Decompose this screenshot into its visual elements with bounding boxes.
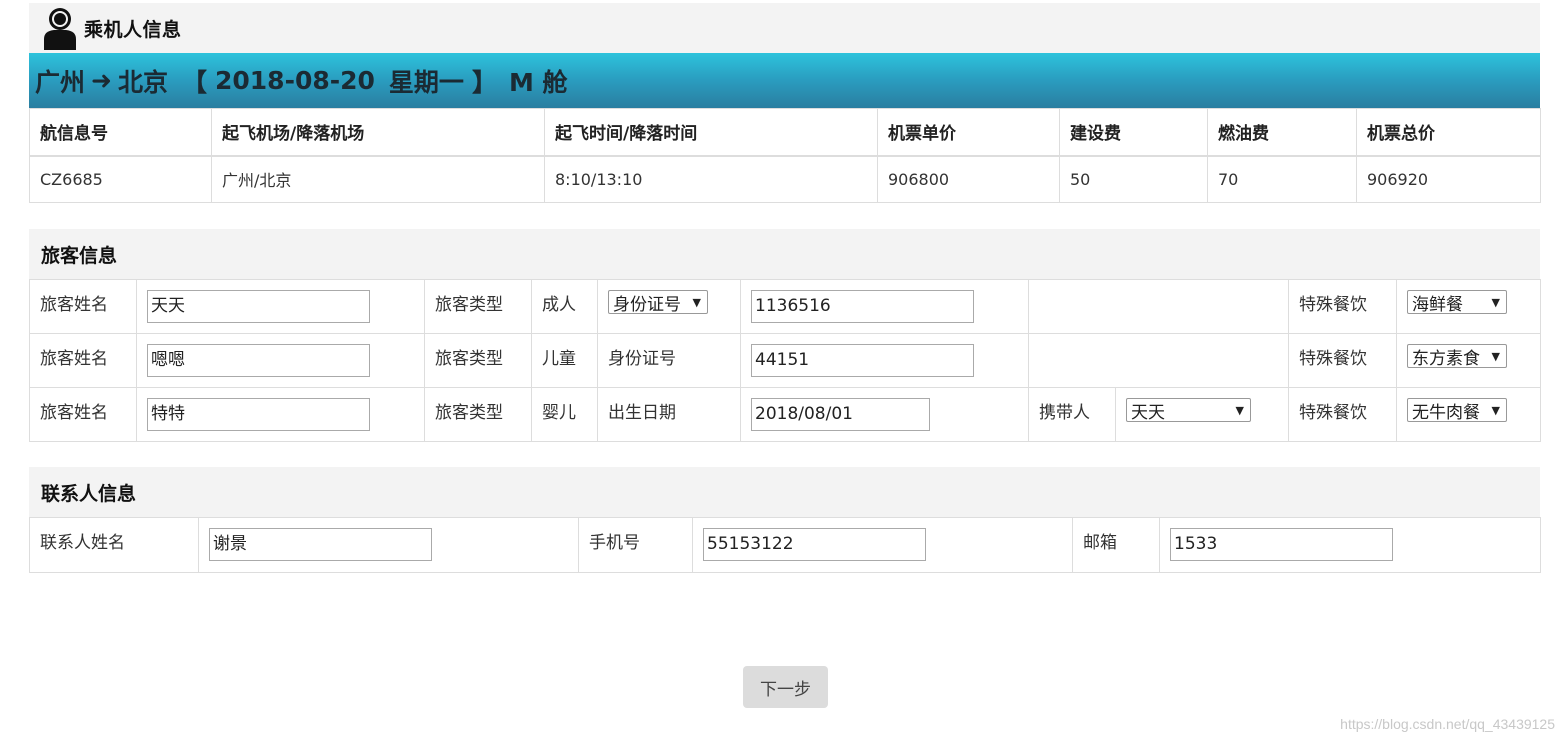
dropdown-arrow-icon: ▼ xyxy=(692,295,701,309)
passenger-name-input[interactable]: 嗯嗯 xyxy=(147,344,370,377)
route-to: 北京 xyxy=(117,67,168,97)
passenger-name-label: 旅客姓名 xyxy=(29,279,137,334)
construction-fee: 50 xyxy=(1059,155,1208,203)
passenger-type-value: 婴儿 xyxy=(531,387,598,442)
passenger-type-label: 旅客类型 xyxy=(424,387,532,442)
route-arrow: ➜ xyxy=(91,66,112,95)
passenger-type-value: 成人 xyxy=(531,279,598,334)
meal-select[interactable]: 东方素食 ▼ xyxy=(1407,344,1507,369)
phone-input[interactable]: 55153122 xyxy=(703,528,926,561)
passenger-name-label: 旅客姓名 xyxy=(29,333,137,388)
email-label: 邮箱 xyxy=(1072,517,1160,573)
birth-date-input[interactable]: 2018/08/01 xyxy=(751,398,930,431)
date-close-bracket: 】 xyxy=(471,67,497,97)
meal-label: 特殊餐饮 xyxy=(1288,279,1397,334)
next-step-button[interactable]: 下一步 xyxy=(743,666,828,708)
contact-table: 联系人姓名 谢景 手机号 55153122 邮箱 1533 xyxy=(29,517,1541,573)
flight-table-header-row: 航信息号 起飞机场/降落机场 起飞时间/降落时间 机票单价 建设费 燃油费 机票… xyxy=(29,108,1541,157)
id-type-select[interactable]: 身份证号 ▼ xyxy=(608,290,708,315)
dropdown-arrow-icon: ▼ xyxy=(1235,403,1244,417)
flight-times: 8:10/13:10 xyxy=(544,155,878,203)
column-header: 航信息号 xyxy=(29,108,212,157)
dropdown-arrow-icon: ▼ xyxy=(1491,295,1500,309)
empty-carrier-cell xyxy=(1028,333,1289,388)
meal-label: 特殊餐饮 xyxy=(1288,387,1397,442)
airports: 广州/北京 xyxy=(211,155,545,203)
meal-select[interactable]: 无牛肉餐 ▼ xyxy=(1407,398,1507,423)
total-price: 906920 xyxy=(1356,155,1541,203)
passenger-type-label: 旅客类型 xyxy=(424,279,532,334)
route-date: 2018-08-20 xyxy=(215,66,375,95)
fuel-fee: 70 xyxy=(1207,155,1357,203)
contact-name-input[interactable]: 谢景 xyxy=(209,528,432,561)
passenger-name-input[interactable]: 天天 xyxy=(147,290,370,323)
header-title: 乘机人信息 xyxy=(84,18,182,41)
id-type-label: 身份证号 xyxy=(597,333,741,388)
date-open-bracket: 【 xyxy=(181,67,207,97)
column-header: 起飞时间/降落时间 xyxy=(544,108,878,157)
phone-label: 手机号 xyxy=(578,517,693,573)
passenger-name-label: 旅客姓名 xyxy=(29,387,137,442)
contact-section-title: 联系人信息 xyxy=(29,467,1540,517)
page: 乘机人信息 广州 ➜ 北京 【 2018-08-20 星期一 】 M 舱 航信息… xyxy=(29,3,1541,573)
meal-label: 特殊餐饮 xyxy=(1288,333,1397,388)
id-type-selected: 身份证号 xyxy=(613,294,681,315)
contact-row: 联系人姓名 谢景 手机号 55153122 邮箱 1533 xyxy=(29,517,1541,573)
watermark: https://blog.csdn.net/qq_43439125 xyxy=(1340,716,1555,732)
route-weekday: 星期一 xyxy=(388,67,464,97)
column-header: 机票单价 xyxy=(877,108,1060,157)
carrier-selected: 天天 xyxy=(1131,402,1165,423)
passenger-type-label: 旅客类型 xyxy=(424,333,532,388)
passenger-section-title: 旅客信息 xyxy=(29,229,1540,279)
meal-selected: 海鲜餐 xyxy=(1412,294,1463,315)
route-from: 广州 xyxy=(35,67,86,97)
email-input[interactable]: 1533 xyxy=(1170,528,1393,561)
column-header: 建设费 xyxy=(1059,108,1208,157)
flight-number: CZ6685 xyxy=(29,155,212,203)
column-header: 起飞机场/降落机场 xyxy=(211,108,545,157)
passenger-row: 旅客姓名 嗯嗯 旅客类型 儿童 身份证号 44151 特殊餐饮 东方素食 ▼ xyxy=(29,333,1541,388)
route-bar: 广州 ➜ 北京 【 2018-08-20 星期一 】 M 舱 xyxy=(29,53,1540,108)
contact-name-label: 联系人姓名 xyxy=(29,517,199,573)
passenger-name-input[interactable]: 特特 xyxy=(147,398,370,431)
meal-selected: 东方素食 xyxy=(1412,348,1480,369)
meal-select[interactable]: 海鲜餐 ▼ xyxy=(1407,290,1507,315)
table-row: CZ6685 广州/北京 8:10/13:10 906800 50 70 906… xyxy=(29,155,1541,203)
carrier-select[interactable]: 天天 ▼ xyxy=(1126,398,1251,423)
route-cabin: M 舱 xyxy=(508,67,568,97)
passenger-info-header: 乘机人信息 xyxy=(29,3,1540,53)
ticket-price: 906800 xyxy=(877,155,1060,203)
id-number-input[interactable]: 44151 xyxy=(751,344,974,377)
empty-carrier-cell xyxy=(1028,279,1289,334)
dropdown-arrow-icon: ▼ xyxy=(1491,349,1500,363)
flight-table: 航信息号 起飞机场/降落机场 起飞时间/降落时间 机票单价 建设费 燃油费 机票… xyxy=(29,108,1541,203)
meal-selected: 无牛肉餐 xyxy=(1412,402,1480,423)
dropdown-arrow-icon: ▼ xyxy=(1491,403,1500,417)
passenger-row: 旅客姓名 天天 旅客类型 成人 身份证号 ▼ 1136516 特殊餐饮 海鲜餐 ▼ xyxy=(29,279,1541,334)
column-header: 燃油费 xyxy=(1207,108,1357,157)
user-icon xyxy=(44,8,76,50)
birth-date-label: 出生日期 xyxy=(597,387,741,442)
column-header: 机票总价 xyxy=(1356,108,1541,157)
carrier-label: 携带人 xyxy=(1028,387,1116,442)
id-number-input[interactable]: 1136516 xyxy=(751,290,974,323)
passenger-type-value: 儿童 xyxy=(531,333,598,388)
passenger-row: 旅客姓名 特特 旅客类型 婴儿 出生日期 2018/08/01 携带人 天天 ▼ … xyxy=(29,387,1541,442)
passenger-table: 旅客姓名 天天 旅客类型 成人 身份证号 ▼ 1136516 特殊餐饮 海鲜餐 ▼ … xyxy=(29,279,1541,442)
